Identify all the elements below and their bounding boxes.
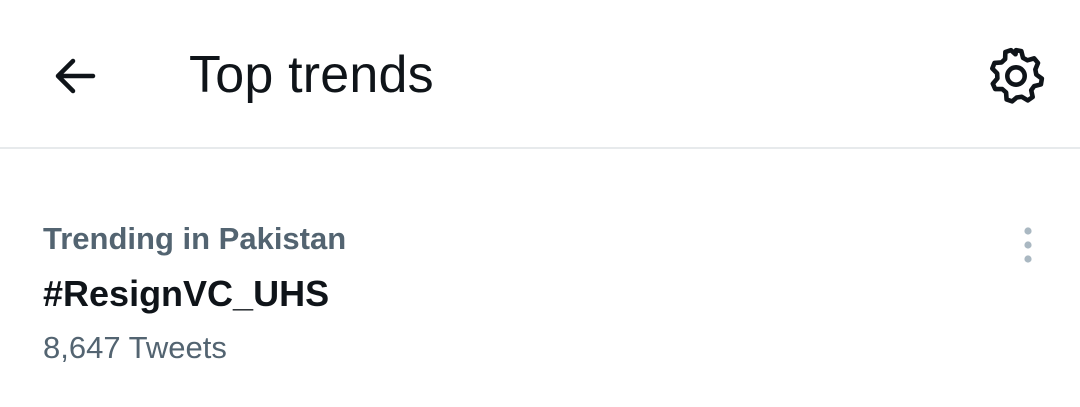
- arrow-left-icon: [55, 58, 96, 94]
- trend-item[interactable]: Trending in Pakistan #ResignVC_UHS 8,647…: [0, 151, 1080, 407]
- settings-button[interactable]: [980, 40, 1052, 112]
- gear-icon: [990, 47, 1045, 104]
- more-vertical-icon: [1024, 227, 1032, 263]
- header-bar: Top trends: [0, 0, 1080, 149]
- top-trends-screen: Top trends Trending in Pakistan #ResignV…: [0, 0, 1080, 407]
- trend-context: Trending in Pakistan: [43, 221, 347, 256]
- back-button[interactable]: [40, 38, 110, 114]
- more-options-button[interactable]: [1002, 221, 1054, 269]
- trend-tweet-count: 8,647 Tweets: [43, 330, 227, 365]
- trend-hashtag: #ResignVC_UHS: [43, 273, 330, 314]
- page-title: Top trends: [189, 46, 434, 104]
